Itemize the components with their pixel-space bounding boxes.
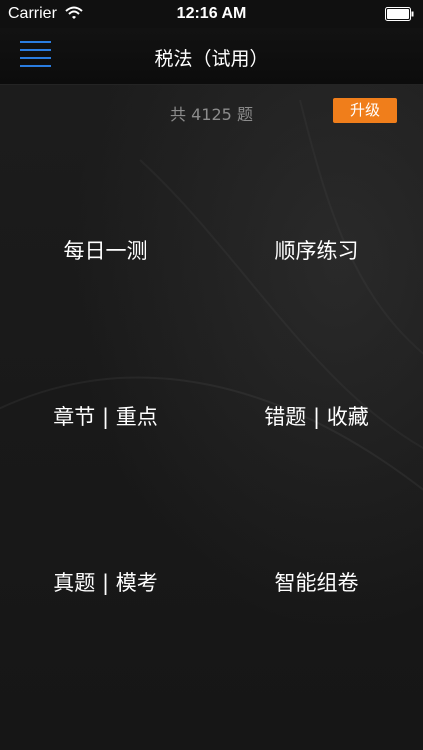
page-title: 税法（试用） <box>154 48 269 70</box>
daily-test-button[interactable]: 每日一测 <box>0 190 211 310</box>
smart-paper-button[interactable]: 智能组卷 <box>211 522 422 642</box>
navigation-bar: 税法（试用） <box>0 28 423 85</box>
battery-icon <box>385 7 414 21</box>
app-screen: Carrier 12:16 AM 税法（试用） 共 4125 题 升级 每日一测… <box>0 0 423 750</box>
upgrade-button[interactable]: 升级 <box>333 98 397 123</box>
question-info-row: 共 4125 题 升级 <box>0 96 423 128</box>
mistakes-favorites-button[interactable]: 错题 | 收藏 <box>211 356 422 476</box>
status-time: 12:16 AM <box>176 5 247 22</box>
sequential-practice-button[interactable]: 顺序练习 <box>211 190 422 310</box>
chapter-focus-button[interactable]: 章节 | 重点 <box>0 356 211 476</box>
status-bar: Carrier 12:16 AM <box>0 0 423 28</box>
past-exams-mock-button[interactable]: 真题 | 模考 <box>0 522 211 642</box>
